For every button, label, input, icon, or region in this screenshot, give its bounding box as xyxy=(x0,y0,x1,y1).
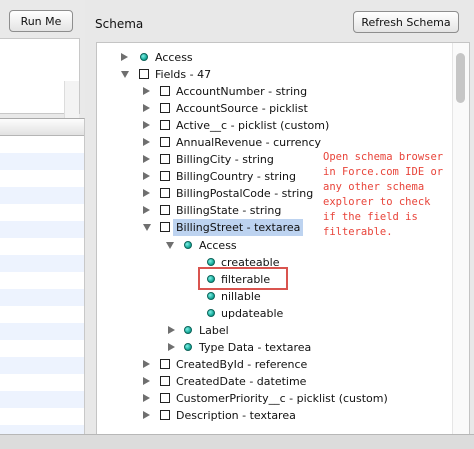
field-checkbox-icon[interactable] xyxy=(160,120,170,130)
annotation-note: Open schema browser in Force.com IDE or … xyxy=(323,151,444,238)
field-checkbox-icon[interactable] xyxy=(160,410,170,420)
expand-arrow-icon[interactable] xyxy=(121,53,128,61)
expand-arrow-icon[interactable] xyxy=(168,326,175,334)
expand-arrow-icon[interactable] xyxy=(143,206,150,214)
field-checkbox-icon[interactable] xyxy=(160,393,170,403)
field-checkbox-icon[interactable] xyxy=(160,137,170,147)
expand-arrow-icon[interactable] xyxy=(143,377,150,385)
table-row[interactable] xyxy=(0,357,84,374)
expand-arrow-icon[interactable] xyxy=(143,155,150,163)
table-row[interactable] xyxy=(0,136,84,153)
field-checkbox-icon[interactable] xyxy=(160,86,170,96)
expand-arrow-icon[interactable] xyxy=(143,138,150,146)
table-row[interactable] xyxy=(0,170,84,187)
node-dot-icon xyxy=(184,326,192,334)
results-table[interactable] xyxy=(0,118,85,435)
field-checkbox-icon[interactable] xyxy=(160,205,170,215)
expand-arrow-icon[interactable] xyxy=(143,360,150,368)
expand-arrow-icon[interactable] xyxy=(143,87,150,95)
expand-arrow-icon[interactable] xyxy=(168,343,175,351)
left-pane: Run Me xyxy=(0,0,85,448)
field-checkbox-icon[interactable] xyxy=(160,171,170,181)
table-row[interactable] xyxy=(0,221,84,238)
expand-arrow-icon[interactable] xyxy=(143,411,150,419)
expand-arrow-icon[interactable] xyxy=(143,189,150,197)
table-row[interactable] xyxy=(0,204,84,221)
run-me-button[interactable]: Run Me xyxy=(9,10,73,32)
refresh-schema-button[interactable]: Refresh Schema xyxy=(353,11,459,33)
table-row[interactable] xyxy=(0,340,84,357)
expand-arrow-icon[interactable] xyxy=(143,394,150,402)
table-row[interactable] xyxy=(0,153,84,170)
node-dot-icon xyxy=(184,343,192,351)
node-dot-icon xyxy=(207,292,215,300)
node-dot-icon xyxy=(207,309,215,317)
node-dot-icon xyxy=(207,258,215,266)
filterable-highlight-box xyxy=(198,267,288,290)
field-checkbox-icon[interactable] xyxy=(160,154,170,164)
table-row[interactable] xyxy=(0,374,84,391)
tree-scrollbar-thumb[interactable] xyxy=(456,53,465,103)
collapse-arrow-icon[interactable] xyxy=(166,242,174,249)
field-checkbox-icon[interactable] xyxy=(160,188,170,198)
table-row[interactable] xyxy=(0,255,84,272)
field-checkbox-icon[interactable] xyxy=(160,376,170,386)
table-row[interactable] xyxy=(0,187,84,204)
table-row[interactable] xyxy=(0,289,84,306)
expand-arrow-icon[interactable] xyxy=(143,172,150,180)
table-row[interactable] xyxy=(0,238,84,255)
table-row[interactable] xyxy=(0,272,84,289)
table-row[interactable] xyxy=(0,323,84,340)
field-checkbox-icon[interactable] xyxy=(160,103,170,113)
schema-tree[interactable]: Access Fields - 47 AccountNumber - strin… xyxy=(96,42,470,442)
table-row[interactable] xyxy=(0,408,84,425)
node-dot-icon xyxy=(140,53,148,61)
expand-arrow-icon[interactable] xyxy=(143,121,150,129)
field-checkbox-icon[interactable] xyxy=(139,69,149,79)
results-table-header[interactable] xyxy=(0,119,84,136)
field-checkbox-icon[interactable] xyxy=(160,222,170,232)
collapse-arrow-icon[interactable] xyxy=(121,71,129,78)
table-row[interactable] xyxy=(0,306,84,323)
table-row[interactable] xyxy=(0,391,84,408)
node-dot-icon xyxy=(184,241,192,249)
bottom-status-bar xyxy=(0,434,474,449)
collapse-arrow-icon[interactable] xyxy=(143,224,151,231)
schema-title: Schema xyxy=(95,17,144,31)
expand-arrow-icon[interactable] xyxy=(143,104,150,112)
field-checkbox-icon[interactable] xyxy=(160,359,170,369)
query-editor[interactable] xyxy=(0,38,80,151)
